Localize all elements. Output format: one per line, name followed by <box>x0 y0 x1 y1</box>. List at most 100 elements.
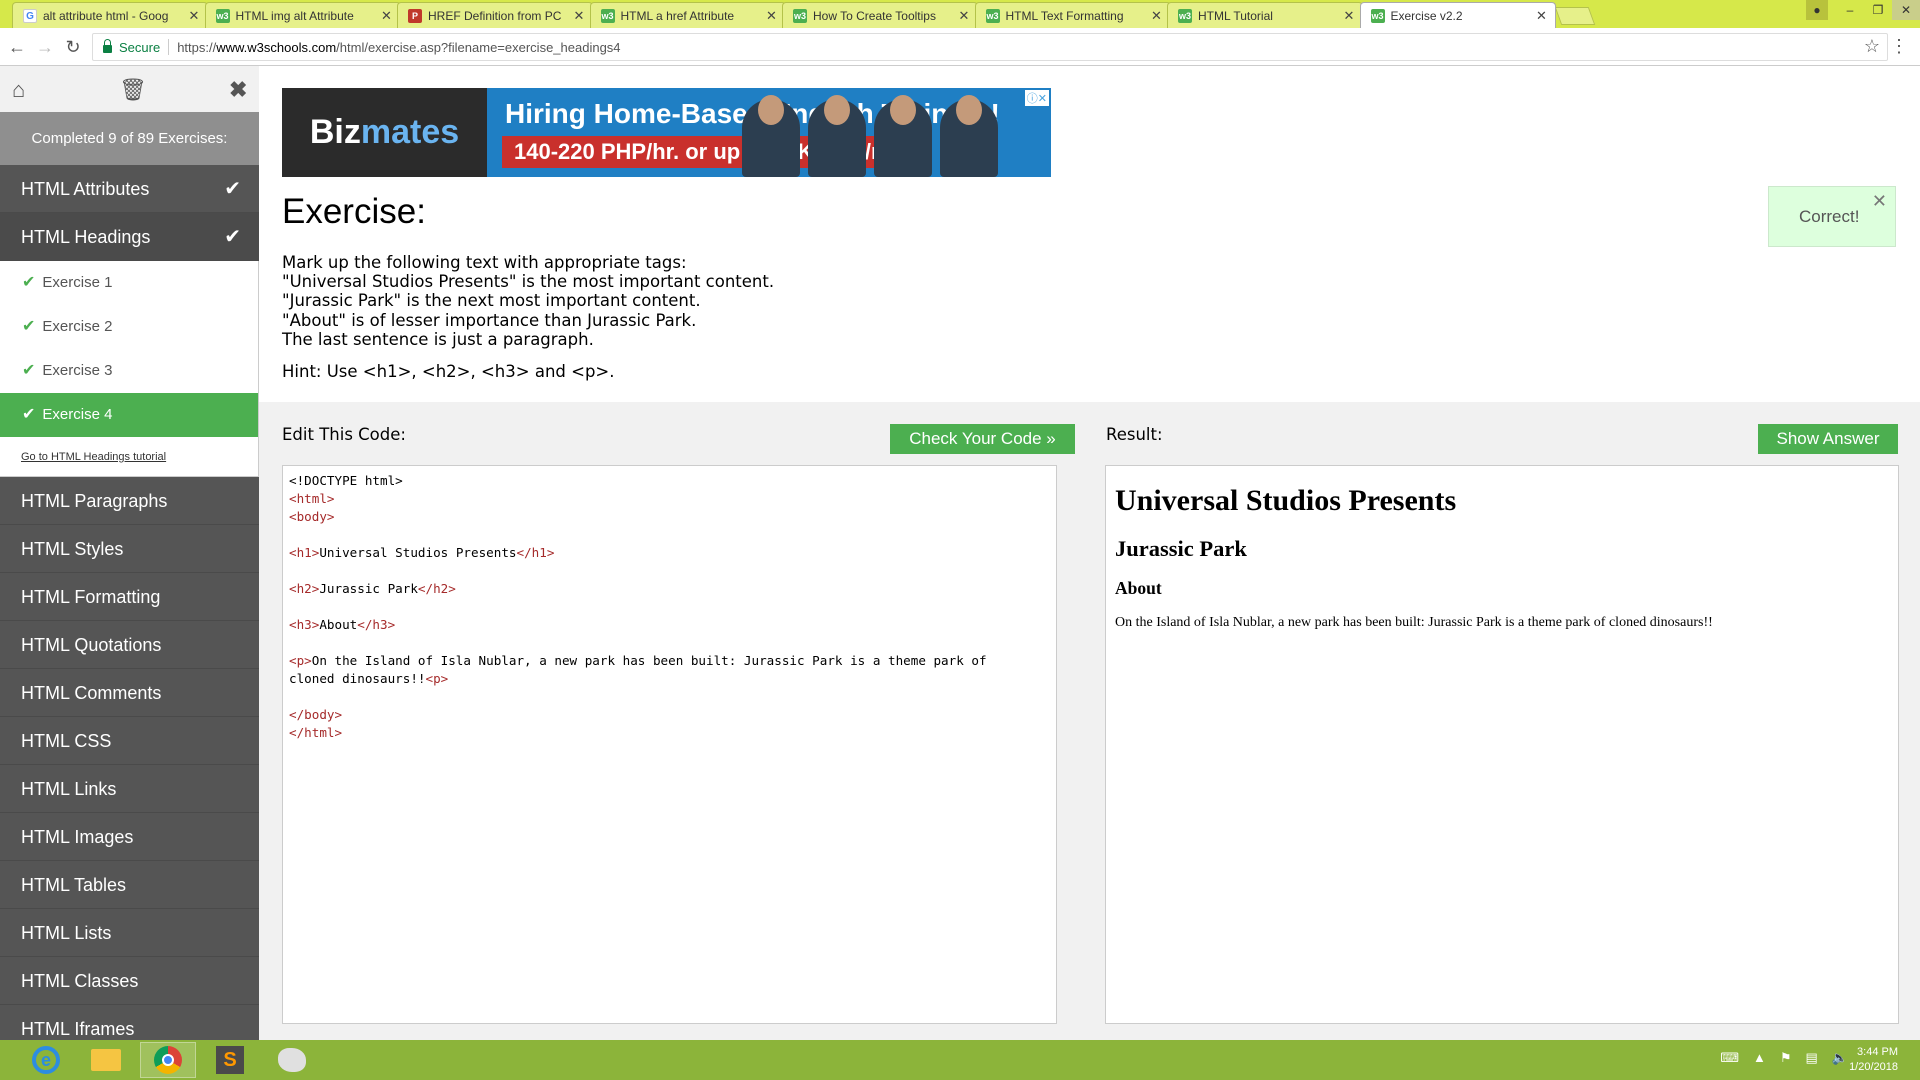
ad-people-image <box>742 88 1042 177</box>
browser-tab[interactable]: w3 Exercise v2.2 ✕ <box>1359 2 1556 28</box>
home-icon[interactable]: ⌂ <box>12 77 25 103</box>
editor-title: Edit This Code: <box>282 425 406 444</box>
file-explorer-icon[interactable] <box>78 1042 134 1078</box>
checkmark-icon: ✔ <box>22 406 36 423</box>
browser-tab[interactable]: w3 HTML Text Formatting ✕ <box>974 2 1171 28</box>
browser-tab[interactable]: w3 HTML img alt Attribute ✕ <box>204 2 401 28</box>
flag-icon[interactable]: ⚑ <box>1780 1050 1792 1066</box>
chapter-item[interactable]: HTML Styles <box>0 525 259 573</box>
main-content: Bizmates Hiring Home-Based English Train… <box>259 66 1920 1040</box>
browser-tab[interactable]: Galt attribute html - Goog ✕ <box>12 2 208 28</box>
show-hidden-icons-icon[interactable]: ▲ <box>1753 1050 1766 1066</box>
lock-icon <box>103 39 112 53</box>
chapter-item[interactable]: HTML Lists <box>0 909 259 957</box>
close-tab-icon[interactable]: ✕ <box>765 8 779 24</box>
w3schools-icon: w3 <box>1178 8 1192 23</box>
chapter-html-headings[interactable]: HTML Headings ✔ <box>0 213 259 261</box>
google-icon: G <box>23 8 37 23</box>
exercise-item-2[interactable]: ✔ Exercise 2 <box>0 305 259 349</box>
forward-icon[interactable]: → <box>34 36 56 58</box>
exercise-item-4[interactable]: ✔ Exercise 4 <box>0 393 259 437</box>
new-tab-button[interactable] <box>1554 7 1596 25</box>
volume-icon[interactable]: 🔈 <box>1832 1050 1848 1066</box>
restore-button[interactable]: ❐ <box>1864 0 1892 20</box>
chapter-item[interactable]: HTML Classes <box>0 957 259 1005</box>
exercise-item-1[interactable]: ✔ Exercise 1 <box>0 261 259 305</box>
pcmag-icon: P <box>408 8 422 23</box>
tab-title: HTML Tutorial <box>1198 8 1273 23</box>
chapter-item[interactable]: HTML Iframes <box>0 1005 259 1040</box>
chapter-item[interactable]: HTML CSS <box>0 717 259 765</box>
chapter-html-attributes[interactable]: HTML Attributes ✔ <box>0 165 259 213</box>
show-answer-button[interactable]: Show Answer <box>1758 424 1898 454</box>
profile-icon[interactable]: ● <box>1806 0 1828 20</box>
chapter-item[interactable]: HTML Links <box>0 765 259 813</box>
url-field[interactable]: Secure https://www.w3schools.com/html/ex… <box>92 33 1888 61</box>
exercise-sidebar: ⌂ 🗑 ✖ Completed 9 of 89 Exercises: HTML … <box>0 66 259 1040</box>
browser-menu-icon[interactable]: ⋮ <box>1890 36 1908 57</box>
close-window-button[interactable]: ✕ <box>1892 0 1920 20</box>
close-sidebar-icon[interactable]: ✖ <box>229 77 247 103</box>
checkmark-icon: ✔ <box>224 178 241 200</box>
ad-person <box>874 95 932 177</box>
browser-tab[interactable]: w3 HTML a href Attribute ✕ <box>589 2 786 28</box>
browser-tab[interactable]: P HREF Definition from PC ✕ <box>397 2 593 28</box>
advertisement-banner[interactable]: Bizmates Hiring Home-Based English Train… <box>282 88 1051 177</box>
chapter-item[interactable]: HTML Tables <box>0 861 259 909</box>
close-icon[interactable]: ✕ <box>1872 191 1887 212</box>
sidebar-toolbar: ⌂ 🗑 ✖ <box>0 66 259 112</box>
close-tab-icon[interactable]: ✕ <box>957 8 971 24</box>
internet-explorer-icon[interactable]: e <box>18 1042 74 1078</box>
close-tab-icon[interactable]: ✕ <box>572 8 586 24</box>
minimize-button[interactable]: – <box>1836 0 1864 20</box>
result-preview: Universal Studios Presents Jurassic Park… <box>1105 465 1899 1024</box>
ad-close-icon[interactable]: ⓘ✕ <box>1024 90 1049 106</box>
tab-title: How To Create Tooltips <box>813 8 936 23</box>
result-heading-1: Universal Studios Presents <box>1115 484 1457 517</box>
bookmark-star-icon[interactable]: ☆ <box>1864 36 1880 57</box>
chapter-item[interactable]: HTML Images <box>0 813 259 861</box>
chapter-item[interactable]: HTML Quotations <box>0 621 259 669</box>
chrome-icon[interactable] <box>140 1042 196 1078</box>
w3schools-icon: w3 <box>1370 8 1385 23</box>
progress-summary: Completed 9 of 89 Exercises: <box>0 112 259 165</box>
paint-icon[interactable] <box>264 1042 320 1078</box>
close-tab-icon[interactable]: ✕ <box>1535 8 1549 24</box>
network-icon[interactable]: ▤ <box>1806 1050 1818 1066</box>
tab-title: HTML img alt Attribute <box>235 8 354 23</box>
url-separator <box>168 39 170 55</box>
browser-tab[interactable]: w3 How To Create Tooltips ✕ <box>782 2 978 28</box>
close-tab-icon[interactable]: ✕ <box>380 8 394 24</box>
system-clock[interactable]: 3:44 PM 1/20/2018 <box>1849 1045 1898 1075</box>
code-workarea: Edit This Code: Check Your Code » Result… <box>259 402 1920 1040</box>
back-icon[interactable]: ← <box>6 36 28 58</box>
w3schools-icon: w3 <box>793 8 807 23</box>
browser-tab[interactable]: w3 HTML Tutorial ✕ <box>1167 2 1363 28</box>
result-paragraph: On the Island of Isla Nublar, a new park… <box>1115 615 1713 630</box>
close-tab-icon[interactable]: ✕ <box>1342 8 1356 24</box>
close-tab-icon[interactable]: ✕ <box>1150 8 1164 24</box>
tab-title: HTML Text Formatting <box>1005 8 1124 23</box>
result-heading-2: Jurassic Park <box>1115 536 1247 561</box>
sublime-text-icon[interactable]: S <box>202 1042 258 1078</box>
checkmark-icon: ✔ <box>22 274 36 291</box>
trash-icon[interactable]: 🗑 <box>119 77 147 103</box>
keyboard-icon[interactable]: ⌨ <box>1720 1050 1739 1066</box>
chapter-item[interactable]: HTML Formatting <box>0 573 259 621</box>
tab-title: HREF Definition from PC <box>428 8 562 23</box>
tab-title: HTML a href Attribute <box>620 8 735 23</box>
tab-title: alt attribute html - Goog <box>43 8 169 23</box>
close-tab-icon[interactable]: ✕ <box>187 8 201 24</box>
tutorial-link[interactable]: Go to HTML Headings tutorial <box>0 437 259 477</box>
secure-indicator[interactable]: Secure <box>93 39 160 55</box>
check-code-button[interactable]: Check Your Code » <box>890 424 1075 454</box>
address-bar: ← → ↻ Secure https://www.w3schools.com/h… <box>0 28 1920 66</box>
code-editor[interactable]: <!DOCTYPE html> <html> <body> <h1>Universal… <box>282 465 1057 1024</box>
chapter-item[interactable]: HTML Paragraphs <box>0 477 259 525</box>
browser-tab-strip: Galt attribute html - Goog ✕ w3 HTML img al… <box>0 0 1920 28</box>
exercise-item-3[interactable]: ✔ Exercise 3 <box>0 349 259 393</box>
windows-taskbar: e S ⌨ ▲ ⚑ ▤ 🔈 3:44 PM 1/20/2018 <box>0 1040 1920 1080</box>
checkmark-icon: ✔ <box>22 318 36 335</box>
reload-icon[interactable]: ↻ <box>62 36 84 58</box>
chapter-item[interactable]: HTML Comments <box>0 669 259 717</box>
